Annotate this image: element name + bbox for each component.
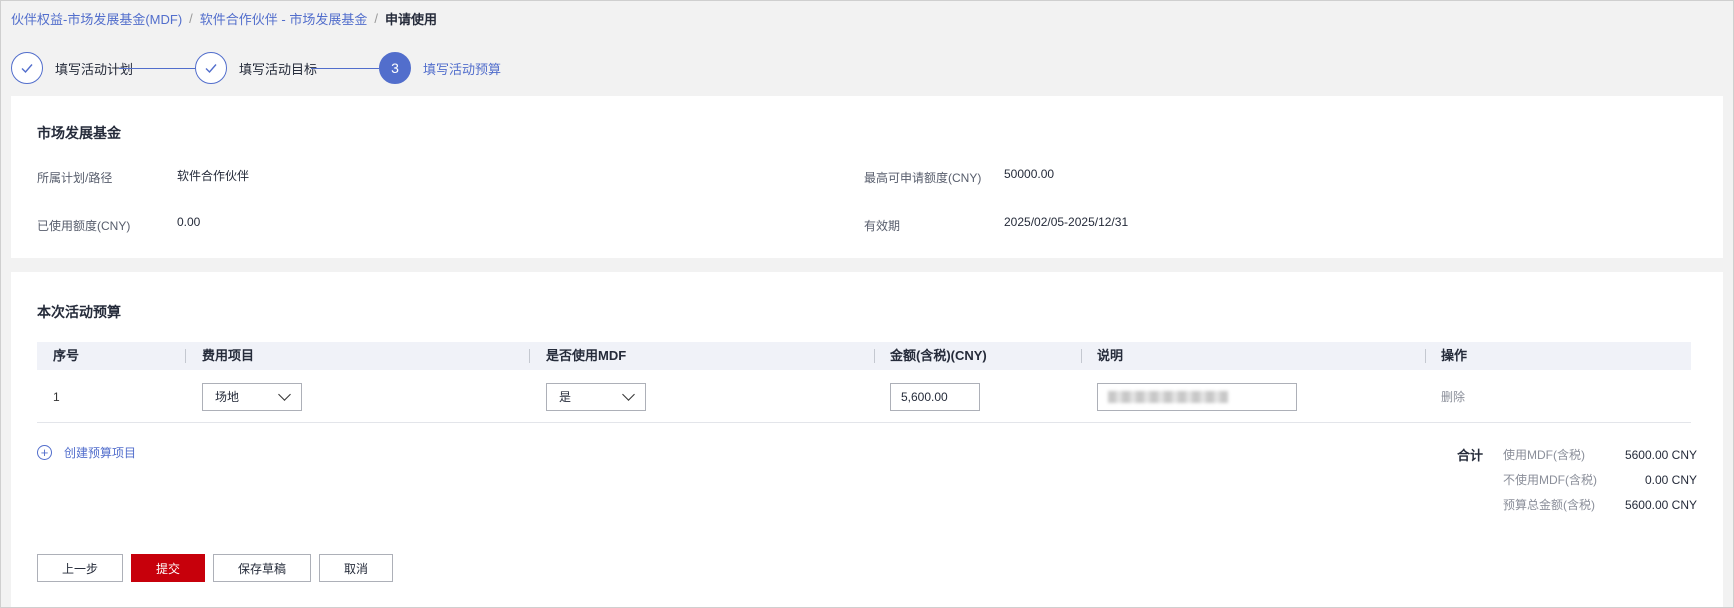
non-mdf-value: 0.00 CNY <box>1644 472 1697 487</box>
check-icon <box>195 52 227 84</box>
total-label: 预算总金额(含税) <box>1503 498 1595 512</box>
budget-summary: 合计 使用MDF(含税) 5600.00 CNY 不使用MDF(含税) 0.00… <box>1457 442 1697 517</box>
col-index: 序号 <box>53 348 80 363</box>
plus-circle-icon: + <box>37 445 52 460</box>
mdf-value: 5600.00 CNY <box>1624 447 1697 462</box>
prev-step-button[interactable]: 上一步 <box>37 554 123 582</box>
page-frame: 伙伴权益-市场发展基金(MDF) / 软件合作伙伴 - 市场发展基金 / 申请使… <box>0 0 1734 608</box>
col-action: 操作 <box>1441 348 1468 363</box>
breadcrumb-separator: / <box>189 11 193 26</box>
blurred-text <box>1108 390 1228 403</box>
col-divider <box>874 349 875 363</box>
breadcrumb-separator: / <box>374 11 378 26</box>
add-budget-item-label: 创建预算项目 <box>64 446 137 460</box>
cancel-button[interactable]: 取消 <box>319 554 393 582</box>
check-icon <box>11 52 43 84</box>
step-connector <box>119 68 195 69</box>
col-item: 费用项目 <box>202 348 255 363</box>
max-amount-label: 最高可申请额度(CNY) <box>864 171 982 185</box>
summary-head: 合计 <box>1456 448 1483 463</box>
validity-label: 有效期 <box>864 219 901 233</box>
budget-card: 本次活动预算 序号 费用项目 是否使用MDF 金额(含税)(CNY) 说明 操作… <box>11 272 1723 607</box>
table-row: 1 场地 是 5,600.00 删除 <box>37 370 1691 423</box>
delete-link[interactable]: 删除 <box>1441 388 1465 405</box>
use-mdf-value: 是 <box>559 390 572 404</box>
col-divider <box>529 349 530 363</box>
max-amount-value: 50000.00 <box>1004 167 1055 181</box>
step-label: 填写活动预算 <box>423 61 502 77</box>
col-divider <box>1425 349 1426 363</box>
step-activity-plan: 填写活动计划 <box>11 52 133 84</box>
row-index: 1 <box>53 389 60 404</box>
breadcrumb-current: 申请使用 <box>384 12 437 27</box>
fund-info-card: 市场发展基金 所属计划/路径 软件合作伙伴 最高可申请额度(CNY) 50000… <box>11 96 1723 258</box>
fund-title: 市场发展基金 <box>37 125 121 141</box>
step-connector <box>311 68 379 69</box>
breadcrumb: 伙伴权益-市场发展基金(MDF) / 软件合作伙伴 - 市场发展基金 / 申请使… <box>11 9 437 28</box>
validity-value: 2025/02/05-2025/12/31 <box>1004 215 1129 229</box>
non-mdf-label: 不使用MDF(含税) <box>1503 473 1597 487</box>
table-header: 序号 费用项目 是否使用MDF 金额(含税)(CNY) 说明 操作 <box>37 342 1691 370</box>
budget-table: 序号 费用项目 是否使用MDF 金额(含税)(CNY) 说明 操作 1 场地 是… <box>37 342 1691 423</box>
total-value: 5600.00 CNY <box>1624 497 1697 512</box>
col-amount: 金额(含税)(CNY) <box>890 348 987 363</box>
col-divider <box>1081 349 1082 363</box>
used-amount-label: 已使用额度(CNY) <box>37 219 131 233</box>
step-number: 3 <box>379 52 411 84</box>
mdf-label: 使用MDF(含税) <box>1503 448 1585 462</box>
description-input[interactable] <box>1097 382 1297 411</box>
expense-item-value: 场地 <box>215 390 240 404</box>
use-mdf-select[interactable]: 是 <box>546 382 646 411</box>
breadcrumb-link-mdf[interactable]: 伙伴权益-市场发展基金(MDF) <box>11 9 182 28</box>
col-desc: 说明 <box>1097 348 1124 363</box>
step-label: 填写活动目标 <box>239 61 318 77</box>
budget-title: 本次活动预算 <box>37 304 121 320</box>
used-amount-value: 0.00 <box>177 215 201 229</box>
breadcrumb-link-software-partner[interactable]: 软件合作伙伴 - 市场发展基金 <box>200 9 368 28</box>
action-buttons: 上一步 提交 保存草稿 取消 <box>37 554 393 582</box>
col-divider <box>185 349 186 363</box>
amount-value: 5,600.00 <box>901 389 948 404</box>
step-activity-goal: 填写活动目标 <box>195 52 317 84</box>
step-activity-budget: 3 填写活动预算 <box>379 52 501 84</box>
amount-input[interactable]: 5,600.00 <box>890 382 980 411</box>
chevron-down-icon <box>622 387 635 401</box>
save-draft-button[interactable]: 保存草稿 <box>213 554 311 582</box>
add-budget-item-button[interactable]: + 创建预算项目 <box>37 444 136 461</box>
plan-value: 软件合作伙伴 <box>177 169 250 183</box>
chevron-down-icon <box>278 387 291 401</box>
plan-label: 所属计划/路径 <box>37 171 113 185</box>
expense-item-select[interactable]: 场地 <box>202 382 302 411</box>
col-use-mdf: 是否使用MDF <box>546 348 627 363</box>
submit-button[interactable]: 提交 <box>131 554 205 582</box>
